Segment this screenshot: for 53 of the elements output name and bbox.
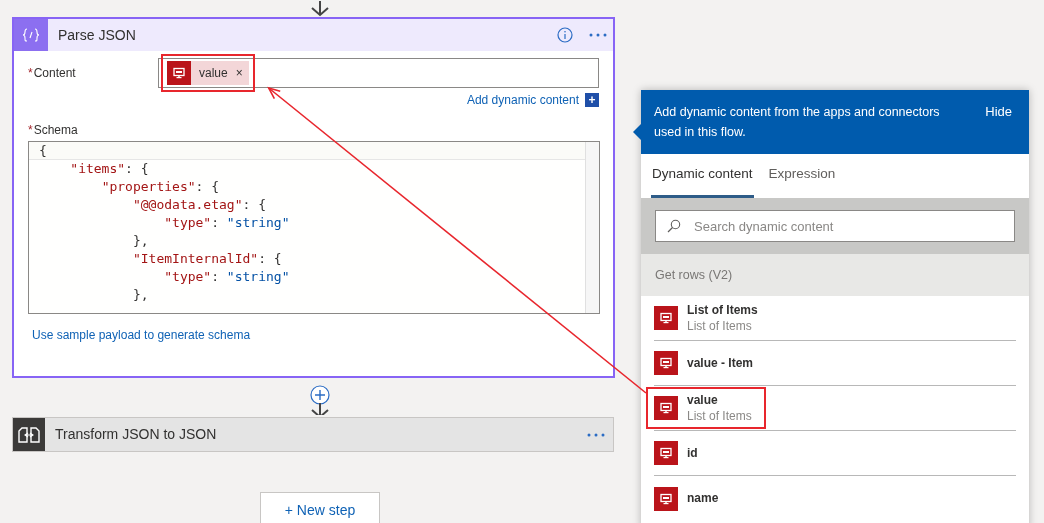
database-monitor-icon bbox=[654, 441, 678, 465]
card-title: Transform JSON to JSON bbox=[55, 425, 218, 444]
down-arrow-icon bbox=[309, 403, 331, 415]
dynamic-item[interactable]: value - Item bbox=[654, 344, 766, 382]
search-field[interactable]: Search dynamic content bbox=[655, 210, 1015, 242]
item-title: value bbox=[687, 392, 719, 408]
item-title: value - Item bbox=[687, 355, 754, 371]
code-line: }, bbox=[131, 286, 150, 304]
new-step-button[interactable]: + New step bbox=[260, 492, 380, 523]
down-arrow-icon bbox=[309, 1, 331, 17]
code-line: "@@odata.etag": { bbox=[131, 196, 267, 214]
required-mark: * bbox=[28, 122, 33, 139]
code-line: "type": "string" bbox=[163, 268, 291, 286]
remove-icon[interactable]: × bbox=[235, 64, 243, 82]
search-icon bbox=[667, 219, 681, 233]
hide-link[interactable]: Hide bbox=[985, 102, 1016, 122]
code-line: "ItemInternalId": { bbox=[131, 250, 283, 268]
item-title: List of Items bbox=[687, 302, 758, 318]
item-title: name bbox=[687, 491, 719, 506]
add-dynamic-content-link[interactable]: Add dynamic content bbox=[466, 91, 579, 109]
field-label: Schema bbox=[33, 122, 78, 139]
database-monitor-icon bbox=[654, 351, 678, 375]
dynamic-item[interactable]: id bbox=[654, 434, 710, 472]
group-title: Get rows (V2) bbox=[655, 266, 733, 284]
item-title: id bbox=[687, 445, 698, 461]
database-monitor-icon bbox=[654, 486, 678, 511]
dynamic-item[interactable]: value List of Items bbox=[648, 389, 764, 427]
panel-message: Add dynamic content from the apps and connectors used in this flow. bbox=[654, 104, 941, 141]
required-mark: * bbox=[28, 65, 33, 82]
more-icon[interactable] bbox=[589, 33, 607, 37]
scrollbar[interactable] bbox=[585, 142, 599, 313]
field-label: Content bbox=[33, 65, 76, 82]
item-subtitle: List of Items bbox=[687, 407, 752, 424]
dynamic-item[interactable]: name bbox=[654, 479, 731, 518]
code-line: "type": "string" bbox=[163, 214, 291, 232]
database-monitor-icon bbox=[167, 61, 191, 85]
more-icon[interactable] bbox=[587, 432, 605, 437]
database-monitor-icon bbox=[654, 396, 678, 420]
sample-payload-link[interactable]: Use sample payload to generate schema bbox=[28, 326, 251, 344]
database-monitor-icon bbox=[654, 306, 678, 330]
code-line: }, bbox=[131, 232, 150, 250]
dynamic-item[interactable]: List of Items List of Items bbox=[654, 299, 770, 337]
add-step-icon[interactable] bbox=[310, 385, 330, 405]
card-title: Parse JSON bbox=[58, 25, 137, 45]
dynamic-token[interactable]: value × bbox=[167, 61, 249, 85]
item-subtitle: List of Items bbox=[687, 317, 753, 334]
add-button[interactable]: + bbox=[585, 93, 599, 107]
panel-tab[interactable]: Expression bbox=[767, 154, 837, 198]
transform-icon bbox=[13, 418, 45, 451]
code-line: "items": { bbox=[69, 160, 150, 178]
code-editor[interactable]: { "items": { "properties": { "@@odata.etag": { "type": "string" }, "ItemInternalId": { "type": "string" }, bbox=[28, 141, 600, 314]
info-icon[interactable] bbox=[557, 27, 573, 43]
code-line: "properties": { bbox=[100, 178, 221, 196]
